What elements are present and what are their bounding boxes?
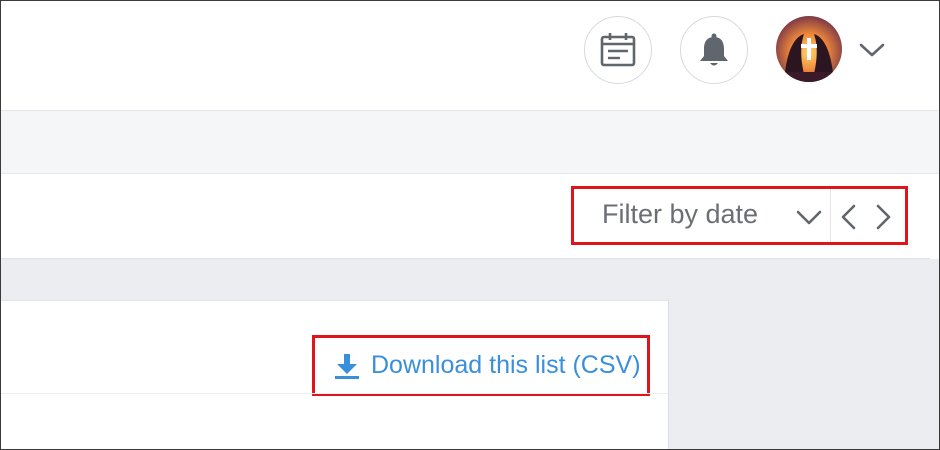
chevron-down-icon[interactable] (796, 204, 822, 230)
download-highlight: Download this list (CSV) (312, 335, 650, 396)
chevron-right-icon[interactable] (870, 202, 896, 232)
calendar-icon (600, 33, 636, 67)
download-label: Download this list (CSV) (371, 351, 641, 379)
download-icon (335, 353, 359, 379)
calendar-button[interactable] (584, 16, 652, 84)
user-avatar[interactable] (776, 16, 842, 82)
user-menu-toggle[interactable] (858, 36, 886, 64)
top-header (0, 0, 940, 111)
notifications-button[interactable] (680, 16, 748, 84)
filter-by-date-dropdown[interactable]: Filter by date (602, 199, 758, 230)
toolbar-strip (0, 111, 940, 174)
divider (830, 189, 831, 242)
chevron-down-icon (859, 43, 885, 57)
bell-icon (700, 33, 728, 66)
download-csv-link[interactable]: Download this list (CSV) (333, 351, 641, 380)
date-filter-group: Filter by date (571, 186, 908, 245)
filter-bar: Filter by date (0, 174, 930, 259)
divider (0, 393, 668, 394)
list-card: Download this list (CSV) (0, 300, 669, 450)
chevron-left-icon[interactable] (836, 202, 862, 232)
